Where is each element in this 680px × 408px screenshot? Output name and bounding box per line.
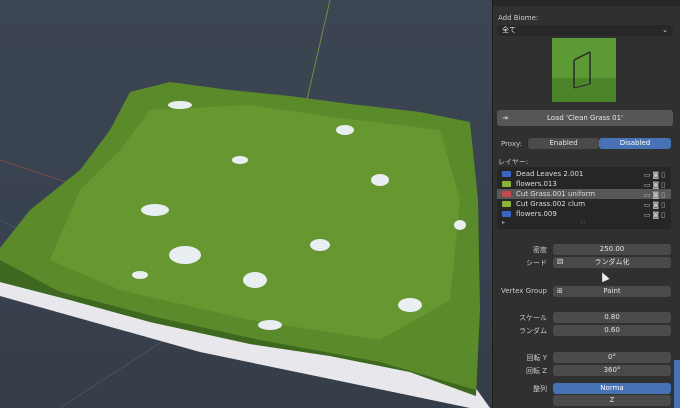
- rotation-z-field[interactable]: 360°: [553, 365, 671, 376]
- seed-label: シード: [526, 259, 547, 267]
- vertex-group-label: Vertex Group: [500, 287, 547, 295]
- layer-row[interactable]: Dead Leaves 2.001 ▭◙▯: [497, 169, 671, 179]
- layers-list: Dead Leaves 2.001 ▭◙▯ flowers.013 ▭◙▯ Cu…: [497, 167, 671, 229]
- rotation-y-label: 回転 Y: [526, 354, 547, 362]
- align-z-button[interactable]: Z: [553, 395, 671, 406]
- layer-color-swatch: [502, 201, 511, 207]
- biome-select-value: 全て: [502, 26, 516, 34]
- layer-row[interactable]: flowers.009 ▭◙▯: [497, 209, 671, 219]
- layer-name: Dead Leaves 2.001: [516, 170, 584, 178]
- scale-field[interactable]: 0.80: [553, 312, 671, 323]
- scale-label: スケール: [519, 314, 547, 322]
- layer-name: flowers.013: [516, 180, 557, 188]
- layer-row[interactable]: flowers.013 ▭◙▯: [497, 179, 671, 189]
- random-scale-field[interactable]: 0.60: [553, 325, 671, 336]
- proxy-enabled-button[interactable]: Enabled: [528, 138, 599, 149]
- layer-name: Cut Grass.001 uniform: [516, 190, 596, 198]
- side-tab[interactable]: [674, 360, 680, 408]
- vertex-group-value: Paint: [603, 287, 621, 295]
- dice-icon: ⚄: [557, 258, 564, 266]
- layer-row-selected[interactable]: Cut Grass.001 uniform ▭◙▯: [497, 189, 671, 199]
- rotation-z-label: 回転 Z: [525, 367, 547, 375]
- layer-row[interactable]: Cut Grass.002 clum ▭◙▯: [497, 199, 671, 209]
- vertex-group-icon: ⊞: [557, 287, 563, 295]
- load-button-label: Load 'Clean Grass 01': [547, 114, 623, 122]
- 3d-viewport[interactable]: [0, 0, 492, 408]
- align-label: 整列: [533, 385, 547, 393]
- layer-color-swatch: [502, 211, 511, 217]
- arrow-in-icon: ⇥: [502, 114, 508, 122]
- density-field[interactable]: 250.00: [553, 244, 671, 255]
- resize-handle-icon[interactable]: ∷: [581, 219, 585, 226]
- layers-label: レイヤー:: [498, 158, 529, 166]
- expand-arrow-icon[interactable]: ▸: [502, 219, 505, 226]
- layer-name: flowers.009: [516, 210, 557, 218]
- proxy-disabled-button[interactable]: Disabled: [599, 138, 671, 149]
- seed-button-label: ランダム化: [594, 258, 630, 266]
- chevron-down-icon: ⌄: [662, 26, 668, 34]
- load-biome-button[interactable]: ⇥ Load 'Clean Grass 01': [497, 110, 673, 126]
- density-label: 密度: [533, 246, 547, 254]
- align-normal-button[interactable]: Norma: [553, 383, 671, 394]
- vertex-group-field[interactable]: ⊞ Paint: [553, 286, 671, 297]
- random-label: ランダム: [519, 327, 547, 335]
- add-biome-label: Add Biome:: [498, 14, 539, 22]
- grass-scene: [0, 0, 490, 408]
- rotation-y-field[interactable]: 0°: [553, 352, 671, 363]
- layer-color-swatch: [502, 191, 511, 197]
- layer-color-swatch: [502, 171, 511, 177]
- layer-color-swatch: [502, 181, 511, 187]
- layer-name: Cut Grass.002 clum: [516, 200, 586, 208]
- biome-thumbnail[interactable]: [552, 38, 616, 102]
- panel-header: [493, 0, 680, 6]
- proxy-label: Proxy:: [500, 140, 522, 148]
- grass-preview-image: [552, 38, 616, 102]
- randomize-seed-button[interactable]: ⚄ ランダム化: [553, 257, 671, 268]
- biome-select[interactable]: 全て ⌄: [497, 25, 673, 36]
- layer-visibility-icons[interactable]: ▭◙▯: [644, 210, 667, 220]
